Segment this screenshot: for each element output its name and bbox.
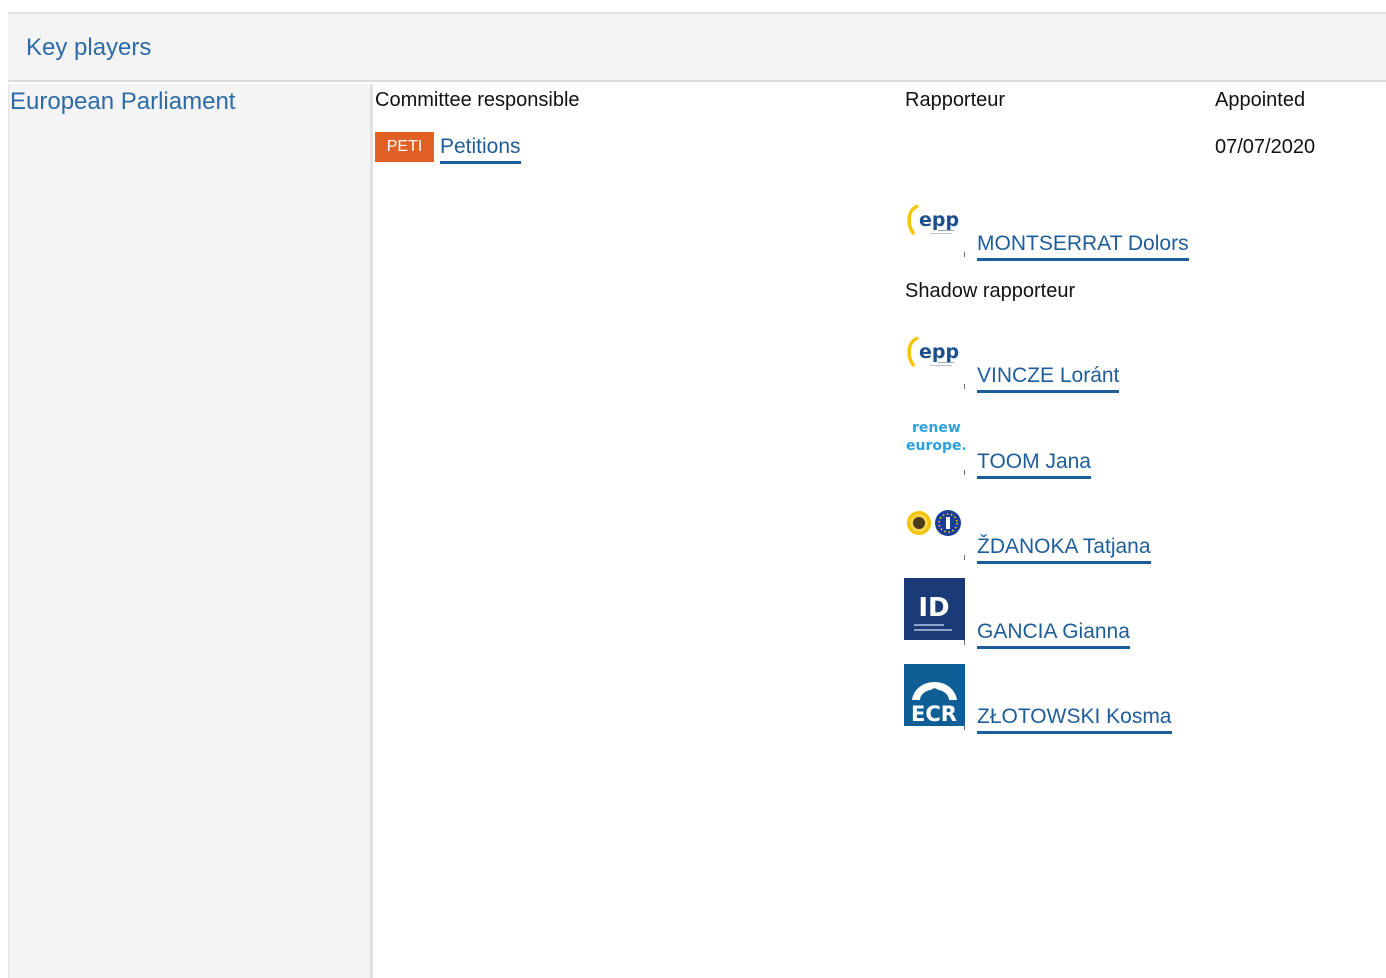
- svg-text:ID: ID: [918, 593, 949, 623]
- svg-text:ECR: ECR: [911, 702, 957, 726]
- greens-efa-logo: [904, 494, 965, 556]
- logo-tick: [964, 555, 965, 560]
- shadow-rapporteur-link[interactable]: TOOM Jana: [977, 450, 1091, 479]
- committee-link[interactable]: Petitions: [440, 135, 521, 164]
- shadow-rapporteur-link[interactable]: GANCIA Gianna: [977, 620, 1130, 649]
- logo-tick: [964, 470, 965, 475]
- rapporteur-column-header: Rapporteur: [905, 89, 1006, 111]
- logo-tick: [964, 725, 965, 730]
- section-title: Key players: [26, 34, 152, 61]
- logo-tick: [964, 252, 965, 257]
- renew-europe-logo: renew europe.: [904, 408, 965, 470]
- shadow-rapporteur-link[interactable]: ŽDANOKA Tatjana: [977, 535, 1151, 564]
- column-divider: [370, 84, 373, 978]
- svg-text:epp: epp: [919, 209, 959, 231]
- epp-logo: epp: [904, 192, 965, 254]
- committee-column-header: Committee responsible: [375, 89, 580, 111]
- svg-text:renew: renew: [912, 420, 961, 436]
- rapporteur-link[interactable]: MONTSERRAT Dolors: [977, 232, 1189, 261]
- svg-text:epp: epp: [919, 341, 959, 363]
- shadow-rapporteur-link[interactable]: VINCZE Loránt: [977, 364, 1120, 393]
- institution-name: European Parliament: [10, 88, 236, 115]
- epp-logo: epp: [904, 324, 965, 386]
- institution-column: [8, 84, 370, 978]
- shadow-rapporteur-link[interactable]: ZŁOTOWSKI Kosma: [977, 705, 1172, 734]
- logo-tick: [964, 384, 965, 389]
- logo-tick: [964, 640, 965, 645]
- appointed-date: 07/07/2020: [1215, 136, 1316, 158]
- appointed-column-header: Appointed: [1215, 89, 1306, 111]
- shadow-rapporteur-label: Shadow rapporteur: [905, 280, 1076, 302]
- svg-text:europe.: europe.: [906, 438, 965, 454]
- key-players-header: Key players: [8, 14, 1386, 82]
- id-logo: ID: [904, 578, 965, 640]
- committee-badge: PETI: [375, 132, 434, 162]
- ecr-logo: ECR: [904, 664, 965, 726]
